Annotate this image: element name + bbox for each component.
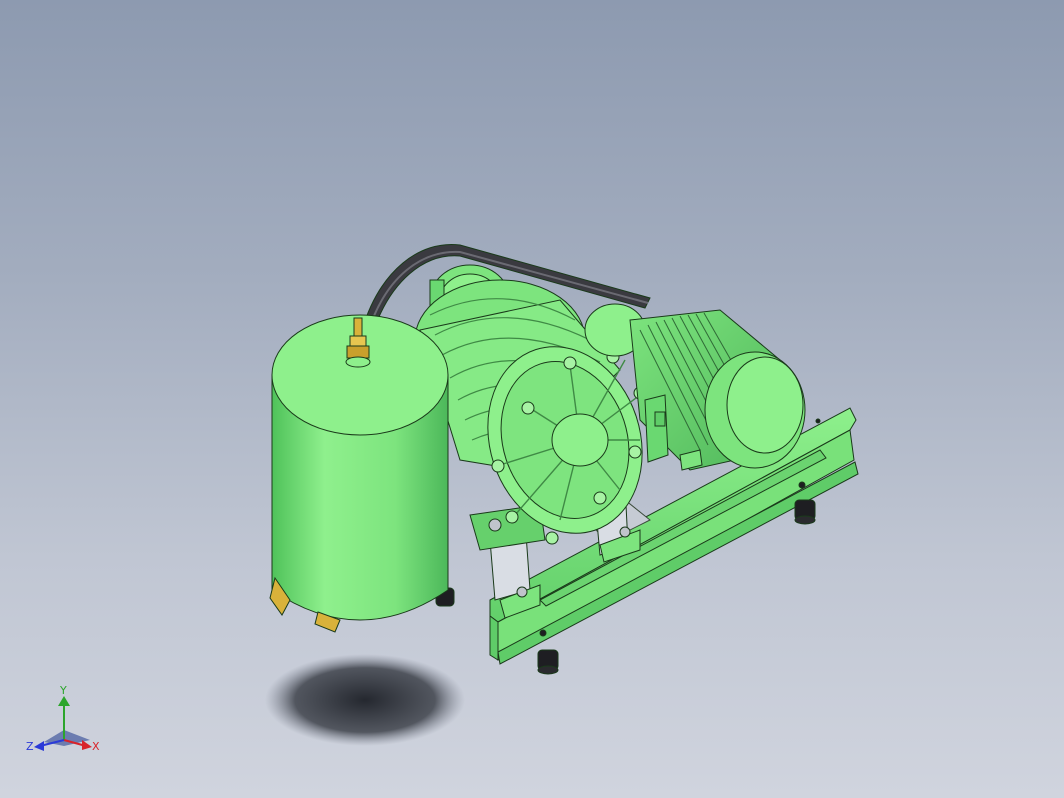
- frame-bolt-hole: [798, 481, 806, 489]
- x-axis-arrow: [82, 740, 92, 750]
- cad-3d-viewport[interactable]: [0, 0, 1064, 798]
- y-axis-label: Y: [59, 684, 67, 697]
- z-axis-arrow: [34, 741, 44, 751]
- y-axis-arrow: [58, 696, 70, 706]
- floor-shadow: [265, 654, 465, 746]
- frame-bolt-hole: [815, 418, 821, 424]
- frame-bolt-hole: [539, 629, 547, 637]
- roots-blower-assembly[interactable]: [269, 243, 859, 675]
- axis-triad: Y X Z: [26, 684, 100, 753]
- x-axis-label: X: [92, 740, 100, 753]
- z-axis-label: Z: [26, 740, 34, 753]
